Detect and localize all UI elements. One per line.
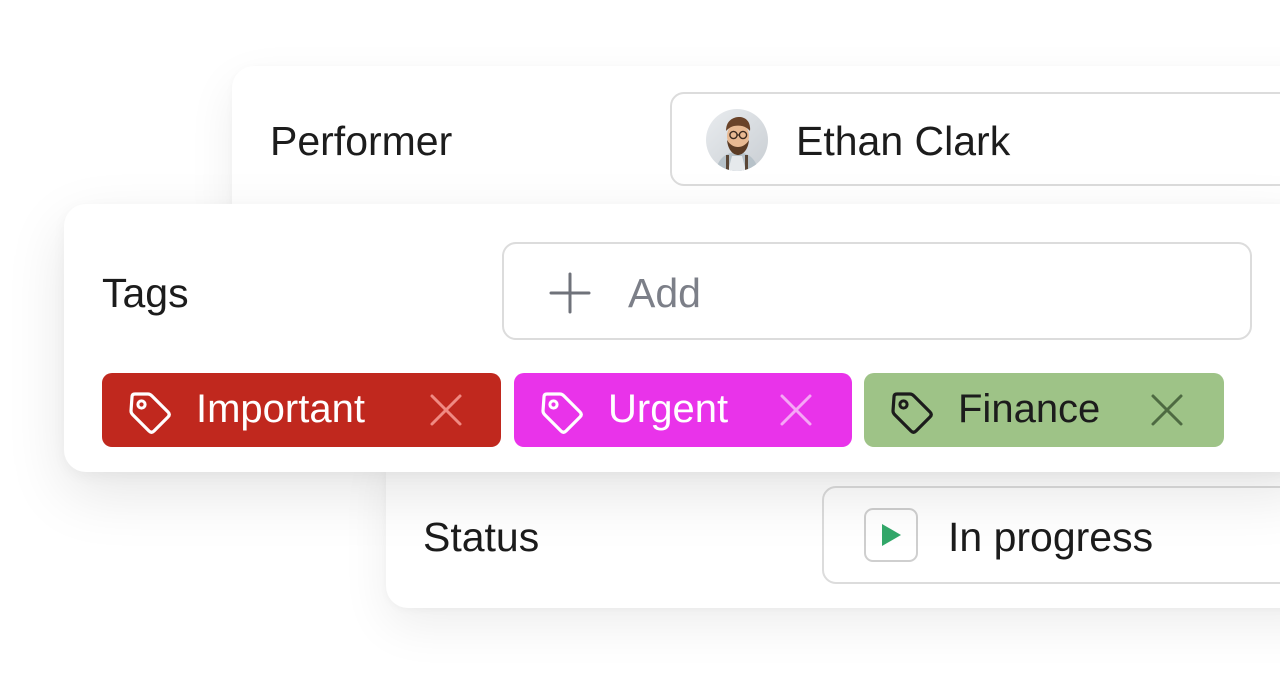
- performer-select[interactable]: Ethan Clark: [670, 92, 1280, 186]
- tag-icon: [129, 392, 171, 434]
- performer-name: Ethan Clark: [796, 118, 1011, 164]
- tags-card: Tags Add Important Urgent Finance: [64, 204, 1280, 472]
- tag-label: Important: [196, 387, 365, 431]
- tag-icon: [891, 392, 933, 434]
- close-icon[interactable]: [1150, 393, 1184, 427]
- tag-important[interactable]: Important: [102, 373, 501, 447]
- performer-label: Performer: [270, 118, 453, 164]
- add-tag-input[interactable]: Add: [502, 242, 1252, 340]
- tag-icon: [541, 392, 583, 434]
- tag-label: Finance: [958, 387, 1101, 431]
- tag-finance[interactable]: Finance: [864, 373, 1224, 447]
- add-tag-placeholder: Add: [628, 270, 701, 316]
- status-select[interactable]: In progress: [822, 486, 1280, 584]
- tag-label: Urgent: [608, 387, 729, 431]
- play-icon: [882, 524, 901, 546]
- status-value: In progress: [948, 514, 1154, 560]
- tag-urgent[interactable]: Urgent: [514, 373, 852, 447]
- status-label: Status: [423, 514, 540, 560]
- avatar: [706, 109, 768, 171]
- close-icon[interactable]: [429, 393, 463, 427]
- close-icon[interactable]: [779, 393, 813, 427]
- tags-label: Tags: [102, 270, 189, 316]
- plus-icon: [549, 272, 591, 314]
- status-icon-box: [864, 508, 918, 562]
- task-properties-panel: Performer Ethan Clark Status In progress…: [0, 0, 1280, 673]
- user-avatar-image: [706, 109, 768, 171]
